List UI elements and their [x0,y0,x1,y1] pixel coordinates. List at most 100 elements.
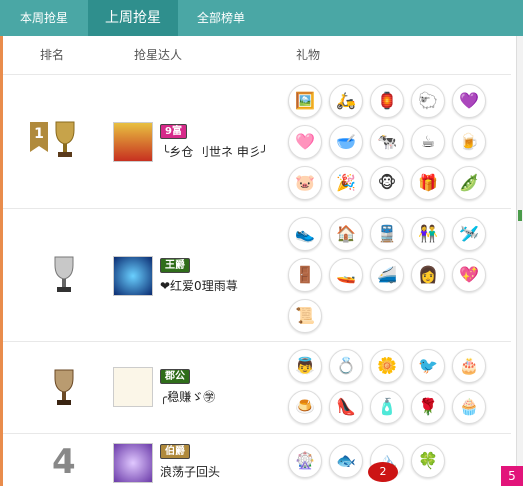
gift-icon[interactable]: 🐦 [411,349,445,383]
gift-glyph: 🚪 [295,265,315,284]
gift-icon[interactable]: 📜 [288,299,322,333]
gift-icon[interactable]: 🐄 [370,125,404,159]
gift-icon[interactable]: 🚪 [288,258,322,292]
gift-icon[interactable]: 🍀 [411,444,445,478]
gift-icon[interactable]: 🎂 [452,349,486,383]
gift-icon[interactable]: 🎡 [288,444,322,478]
gift-icon[interactable]: 🩷 [288,125,322,159]
gift-glyph: 🎁 [418,173,438,192]
gift-glyph: 🎡 [295,451,315,470]
gift-icon[interactable]: 🛵 [329,84,363,118]
gift-glyph: 🏠 [336,224,356,243]
tab-this-week[interactable]: 本周抢星 [0,0,88,36]
gift-glyph: 🐦 [418,356,438,375]
gift-icon[interactable]: 🥣 [329,125,363,159]
gift-icon[interactable]: 🧴 [370,390,404,424]
scrollbar[interactable] [516,36,523,486]
gift-icon[interactable]: 🌹 [411,390,445,424]
username[interactable]: ❤红爱0理雨荨 [160,277,238,294]
gift-glyph: 🖼️ [295,91,315,110]
divider [3,74,511,75]
gift-glyph: 🧴 [377,397,397,416]
level-badge: 王爵 [160,258,190,273]
gift-glyph: 💜 [459,91,479,110]
tab-last-week[interactable]: 上周抢星 [88,0,178,36]
avatar[interactable] [113,443,153,483]
gift-glyph: 🐟 [336,451,356,470]
username[interactable]: 浪荡子回头 [160,463,220,480]
column-header-rank: 排名 [40,48,65,62]
gift-icon[interactable]: 🖼️ [288,84,322,118]
gift-icon[interactable]: 🐵 [370,166,404,200]
gift-icon[interactable]: 💜 [452,84,486,118]
gift-icon[interactable]: 🚆 [370,217,404,251]
gift-icon[interactable]: 🚤 [329,258,363,292]
rank-number: 4 [52,442,76,482]
gift-icon[interactable]: 💖 [452,258,486,292]
left-frame [0,36,3,486]
divider [3,208,511,209]
gift-glyph: 💖 [459,265,479,284]
gift-glyph: 🚆 [377,224,397,243]
gift-glyph: 🩷 [295,132,315,151]
gift-glyph: 👼 [295,356,315,375]
tab-all-rankings[interactable]: 全部榜单 [178,0,264,36]
gift-icon[interactable]: 🐑 [411,84,445,118]
gift-glyph: 🛵 [336,91,356,110]
level-badge: 9富 [160,124,187,139]
gift-icon[interactable]: ☕ [411,125,445,159]
gift-icon[interactable]: 👠 [329,390,363,424]
gift-icon[interactable]: 🏮 [370,84,404,118]
gift-icon[interactable]: 🎁 [411,166,445,200]
gift-glyph: 🍺 [459,132,479,151]
column-header-gifts: 礼物 [296,48,321,62]
avatar[interactable] [113,122,153,162]
gift-glyph: 🚤 [336,265,356,284]
gift-icon[interactable]: 👼 [288,349,322,383]
gift-glyph: 🐄 [377,132,397,151]
gift-icon[interactable]: 🏠 [329,217,363,251]
gift-icon[interactable]: 🐟 [329,444,363,478]
gift-icon[interactable]: 🐷 [288,166,322,200]
gift-icon[interactable]: 🌼 [370,349,404,383]
divider [3,433,511,434]
gift-glyph: 🚄 [377,265,397,284]
gift-glyph: 🎉 [336,173,356,192]
username[interactable]: ╭稳赚ゞ㊫ [160,388,215,405]
gift-glyph: 👩 [418,265,438,284]
gift-glyph: 🛩️ [459,224,479,243]
scroll-marker [518,215,522,221]
gift-icon[interactable]: 👫 [411,217,445,251]
gift-glyph: 🍮 [295,397,315,416]
gift-glyph: 🥣 [336,132,356,151]
gold-trophy-icon [55,121,75,157]
divider [3,341,511,342]
gift-icon[interactable]: 🍮 [288,390,322,424]
notification-badge[interactable]: 2 [368,462,398,482]
gift-glyph: 🫛 [459,173,479,192]
level-badge: 郡公 [160,369,190,384]
gift-icon[interactable]: 🧁 [452,390,486,424]
username[interactable]: ╰乡仓 刂世ネ 申彡╯ [162,143,268,160]
gift-icon[interactable]: 🎉 [329,166,363,200]
rank-badge: 1 [30,122,48,152]
gift-icon[interactable]: 💍 [329,349,363,383]
tab-bar: 本周抢星 上周抢星 全部榜单 [0,0,523,36]
gift-icon[interactable]: 👩 [411,258,445,292]
gift-icon[interactable]: 🫛 [452,166,486,200]
gift-icon[interactable]: 🚄 [370,258,404,292]
gift-icon[interactable]: 👟 [288,217,322,251]
gift-icon[interactable]: 🛩️ [452,217,486,251]
gift-icon[interactable]: 🍺 [452,125,486,159]
gift-glyph: 🧁 [459,397,479,416]
gift-glyph: 📜 [295,306,315,325]
column-header-user: 抢星达人 [134,48,183,62]
gift-glyph: 👠 [336,397,356,416]
avatar[interactable] [113,256,153,296]
gift-glyph: 💍 [336,356,356,375]
gift-glyph: 👟 [295,224,315,243]
gift-glyph: 🌹 [418,397,438,416]
gift-glyph: 👫 [418,224,438,243]
corner-badge[interactable]: 5 [501,466,523,486]
avatar[interactable] [113,367,153,407]
